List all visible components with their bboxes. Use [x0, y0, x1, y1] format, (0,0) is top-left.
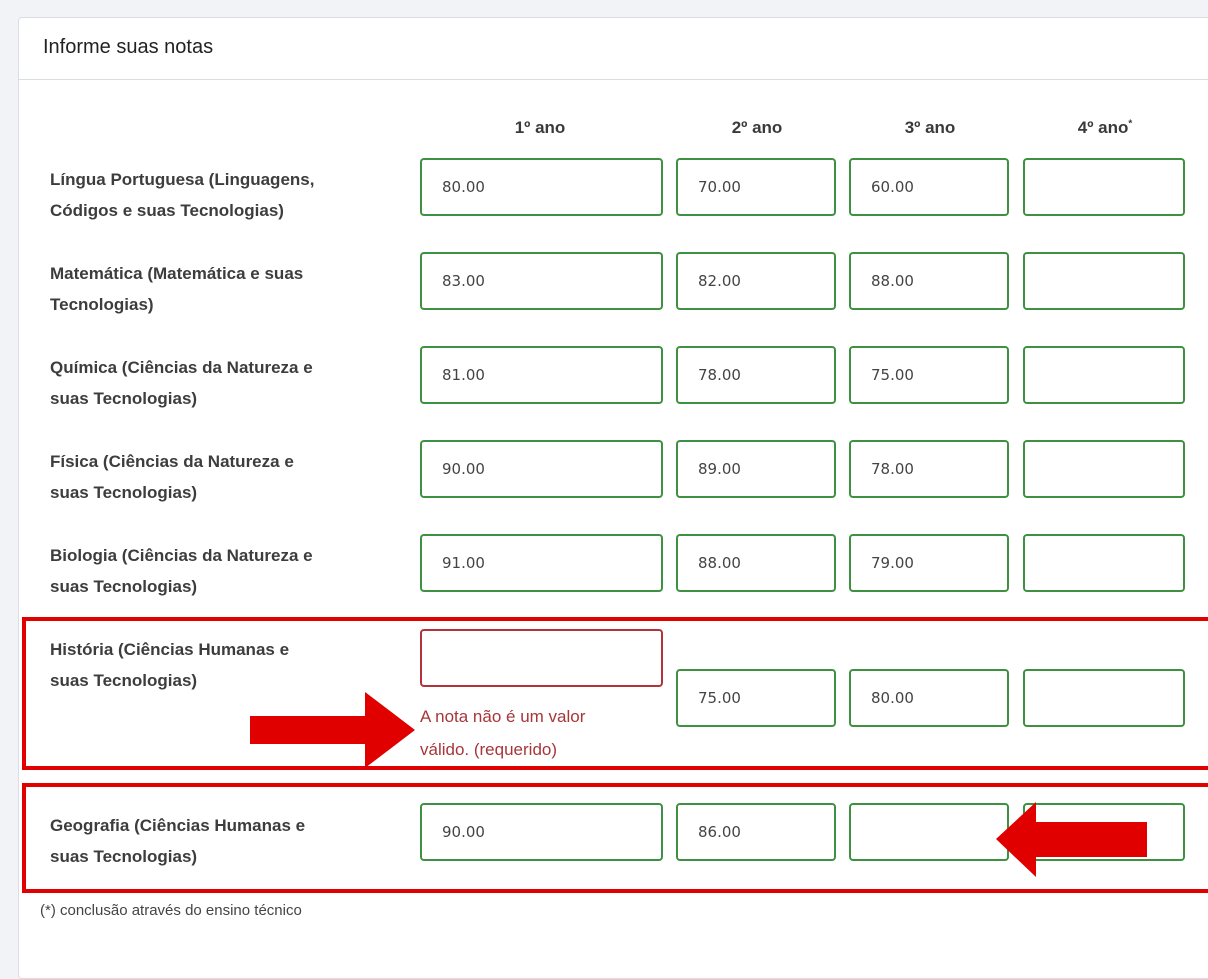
column-header-year-2: 2º ano [731, 118, 783, 137]
grade-input-math-year-4[interactable] [1023, 252, 1185, 310]
subject-label-portuguese: Língua Portuguesa (Linguagens, Códigos e … [50, 164, 410, 226]
subject-line: suas Tecnologias) [50, 577, 198, 596]
grade-input-chemistry-year-1[interactable] [420, 346, 663, 404]
grade-input-physics-year-4[interactable] [1023, 440, 1185, 498]
grade-input-biology-year-3[interactable] [849, 534, 1009, 592]
subject-line: Matemática (Matemática e suas [50, 264, 304, 283]
grade-input-physics-year-3[interactable] [849, 440, 1009, 498]
subject-line: Tecnologias) [50, 295, 154, 314]
subject-line: Códigos e suas Tecnologias) [50, 201, 284, 220]
grade-input-biology-year-1[interactable] [420, 534, 663, 592]
annotation-arrow-right-icon [250, 692, 415, 768]
column-header-year-3: 3º ano [904, 118, 956, 137]
grade-input-biology-year-4[interactable] [1023, 534, 1185, 592]
grade-input-portuguese-year-3[interactable] [849, 158, 1009, 216]
grade-input-math-year-1[interactable] [420, 252, 663, 310]
grade-input-physics-year-2[interactable] [676, 440, 836, 498]
subject-line: Biologia (Ciências da Natureza e [50, 546, 313, 565]
subject-line: Química (Ciências da Natureza e [50, 358, 313, 377]
panel-header: Informe suas notas [19, 18, 1208, 80]
subject-label-math: Matemática (Matemática e suas Tecnologias… [50, 258, 410, 320]
grade-input-chemistry-year-3[interactable] [849, 346, 1009, 404]
subject-line: Física (Ciências da Natureza e [50, 452, 294, 471]
grade-input-biology-year-2[interactable] [676, 534, 836, 592]
grade-input-math-year-2[interactable] [676, 252, 836, 310]
grade-input-portuguese-year-4[interactable] [1023, 158, 1185, 216]
annotation-highlight-history [22, 617, 1208, 770]
grade-input-math-year-3[interactable] [849, 252, 1009, 310]
footnote: (*) conclusão através do ensino técnico [40, 902, 302, 919]
subject-line: Língua Portuguesa (Linguagens, [50, 170, 315, 189]
grade-input-portuguese-year-1[interactable] [420, 158, 663, 216]
technical-marker: * [1128, 118, 1133, 130]
grade-input-portuguese-year-2[interactable] [676, 158, 836, 216]
column-header-year-1: 1º ano [514, 118, 566, 137]
subject-label-physics: Física (Ciências da Natureza e suas Tecno… [50, 446, 410, 508]
subject-line: suas Tecnologias) [50, 389, 198, 408]
grade-input-chemistry-year-4[interactable] [1023, 346, 1185, 404]
subject-label-chemistry: Química (Ciências da Natureza e suas Tecn… [50, 352, 410, 414]
panel-title: Informe suas notas [43, 36, 214, 58]
grade-input-physics-year-1[interactable] [420, 440, 663, 498]
subject-label-biology: Biologia (Ciências da Natureza e suas Tec… [50, 540, 410, 602]
column-header-year-4: 4º ano* [1050, 118, 1160, 138]
annotation-arrow-left-icon [996, 802, 1147, 877]
grade-input-chemistry-year-2[interactable] [676, 346, 836, 404]
subject-line: suas Tecnologias) [50, 483, 198, 502]
column-header-year-4-label: 4º ano [1077, 118, 1129, 137]
